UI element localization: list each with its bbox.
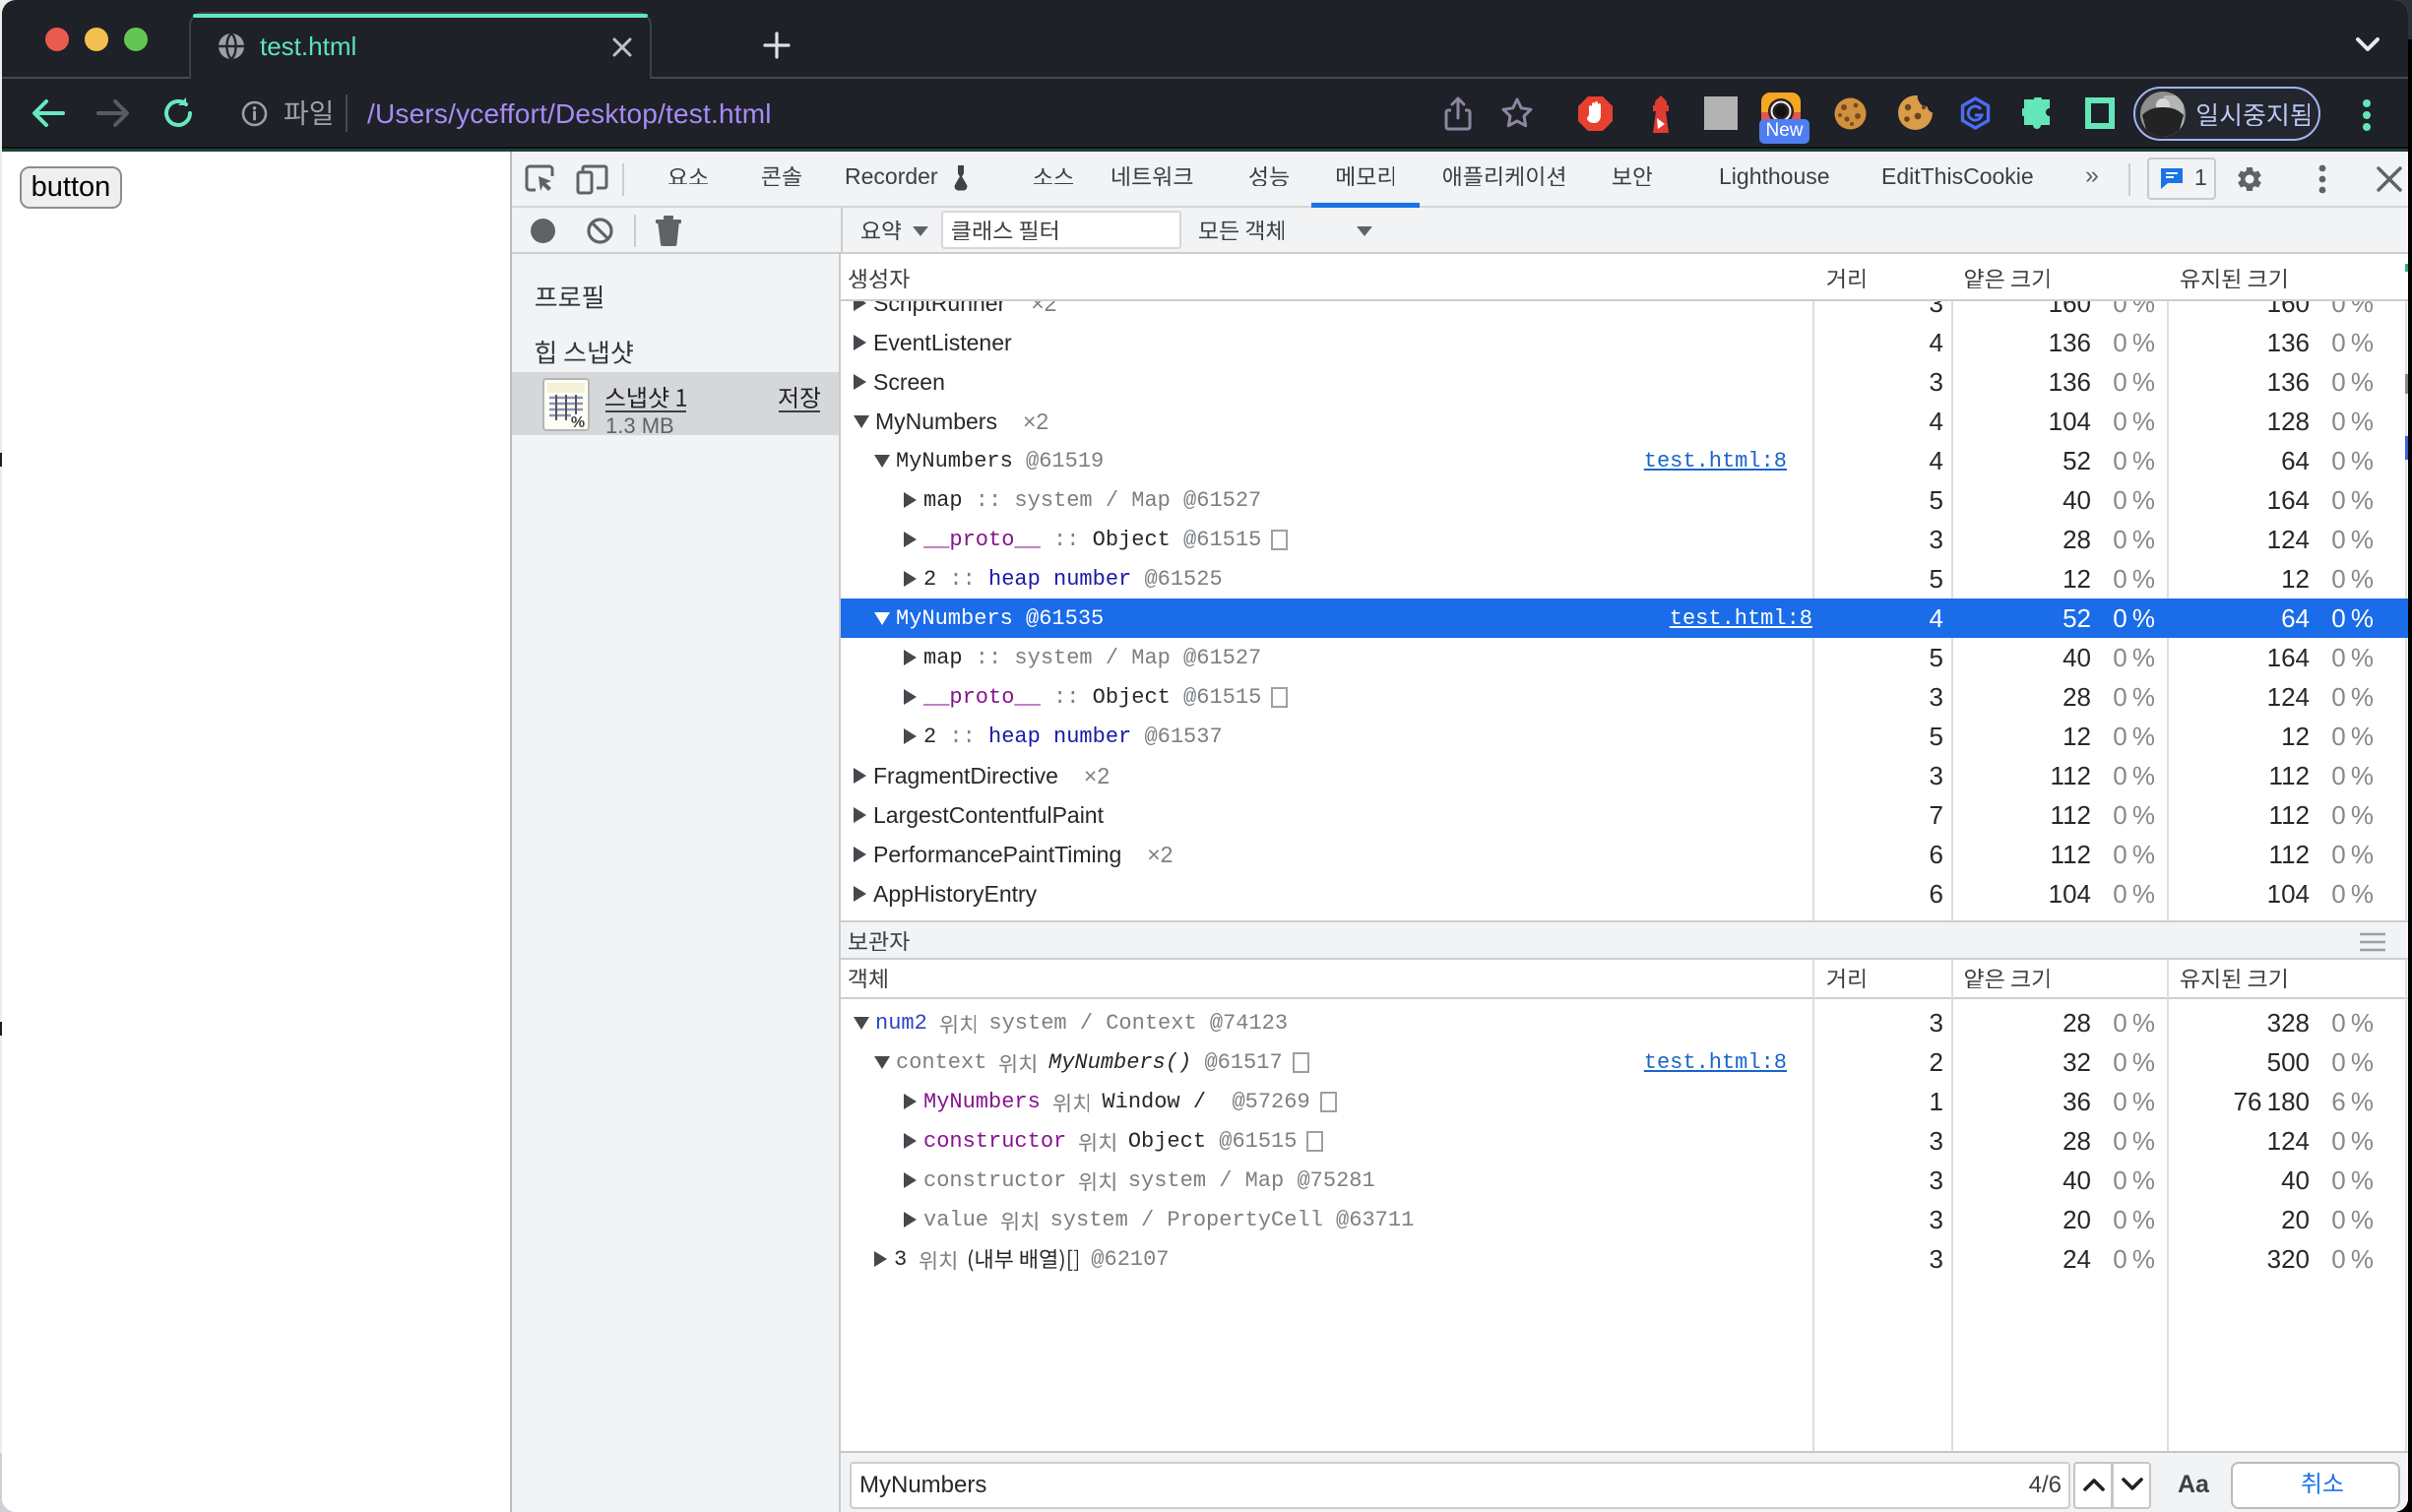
svg-text:%: %	[571, 414, 585, 431]
